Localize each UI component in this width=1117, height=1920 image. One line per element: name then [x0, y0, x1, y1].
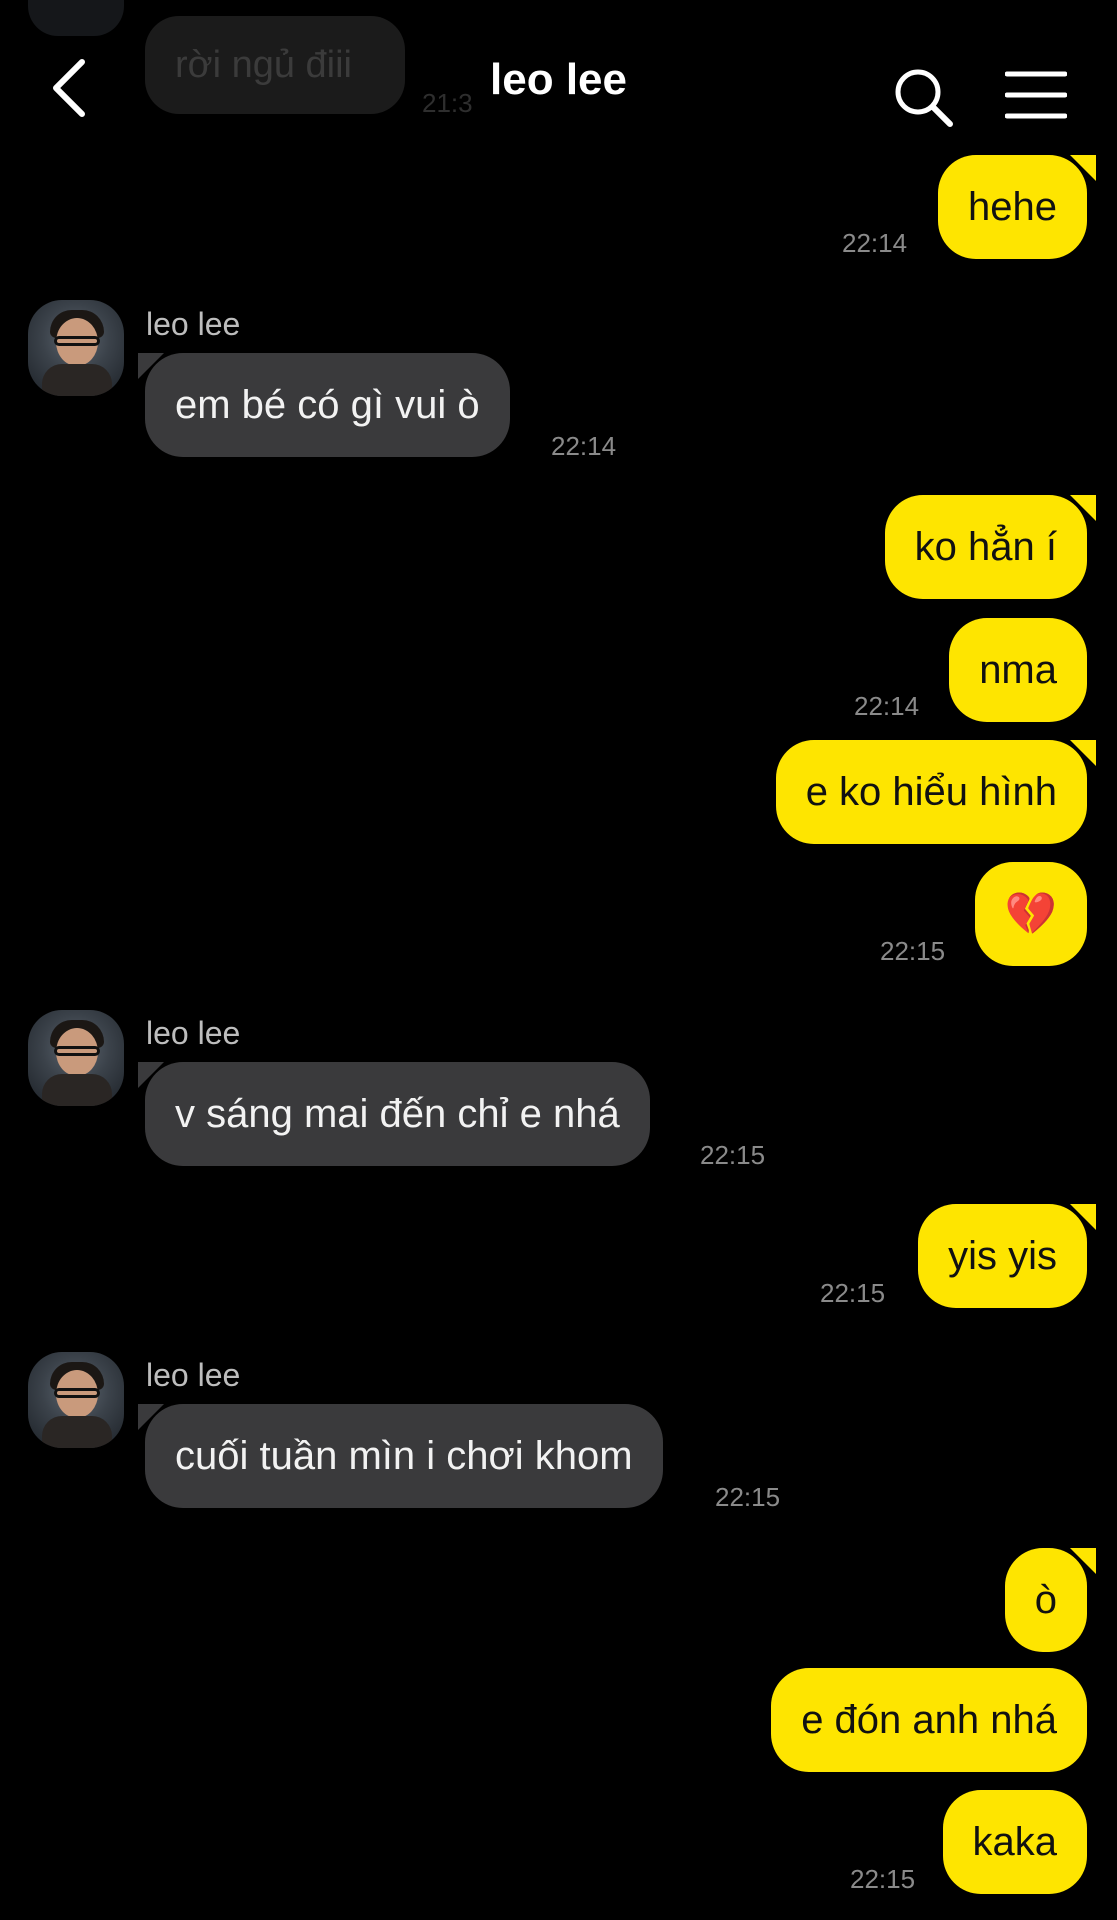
outgoing-message-bubble[interactable]: ko hẳn í	[884, 495, 1087, 599]
search-icon	[895, 69, 953, 127]
message-time: 22:15	[700, 1140, 766, 1170]
message-time: 22:15	[820, 1278, 886, 1308]
hamburger-menu-icon	[1004, 71, 1068, 119]
outgoing-message-bubble[interactable]: hehe	[938, 155, 1087, 259]
outgoing-message-bubble[interactable]: kaka	[942, 1790, 1087, 1894]
message-time: 22:14	[551, 431, 617, 461]
sender-name: leo lee	[146, 1357, 241, 1393]
message-time: 22:14	[854, 691, 920, 721]
message-time: 22:14	[842, 228, 908, 258]
outgoing-message-bubble[interactable]: ò	[1004, 1548, 1087, 1652]
sender-name: leo lee	[146, 306, 241, 342]
incoming-message-bubble[interactable]: em bé có gì vui ò	[145, 353, 510, 457]
outgoing-message-bubble[interactable]: e đón anh nhá	[771, 1668, 1087, 1772]
outgoing-message-bubble[interactable]: nma	[949, 618, 1087, 722]
contact-avatar[interactable]	[28, 1352, 124, 1448]
contact-avatar[interactable]	[28, 300, 124, 396]
sender-name: leo lee	[146, 1015, 241, 1051]
menu-button[interactable]	[1004, 70, 1068, 120]
search-button[interactable]	[888, 62, 960, 134]
faded-avatar	[28, 0, 124, 36]
outgoing-message-bubble[interactable]: e ko hiểu hình	[775, 740, 1087, 844]
contact-avatar[interactable]	[28, 1010, 124, 1106]
outgoing-message-bubble[interactable]: yis yis	[918, 1204, 1087, 1308]
message-time: 22:15	[850, 1864, 916, 1894]
outgoing-emoji-bubble[interactable]: 💔	[974, 862, 1087, 966]
incoming-message-bubble[interactable]: v sáng mai đến chỉ e nhá	[145, 1062, 650, 1166]
message-time: 22:15	[715, 1482, 781, 1512]
incoming-message-bubble[interactable]: cuối tuần mìn i chơi khom	[145, 1404, 663, 1508]
message-time: 22:15	[880, 936, 946, 966]
